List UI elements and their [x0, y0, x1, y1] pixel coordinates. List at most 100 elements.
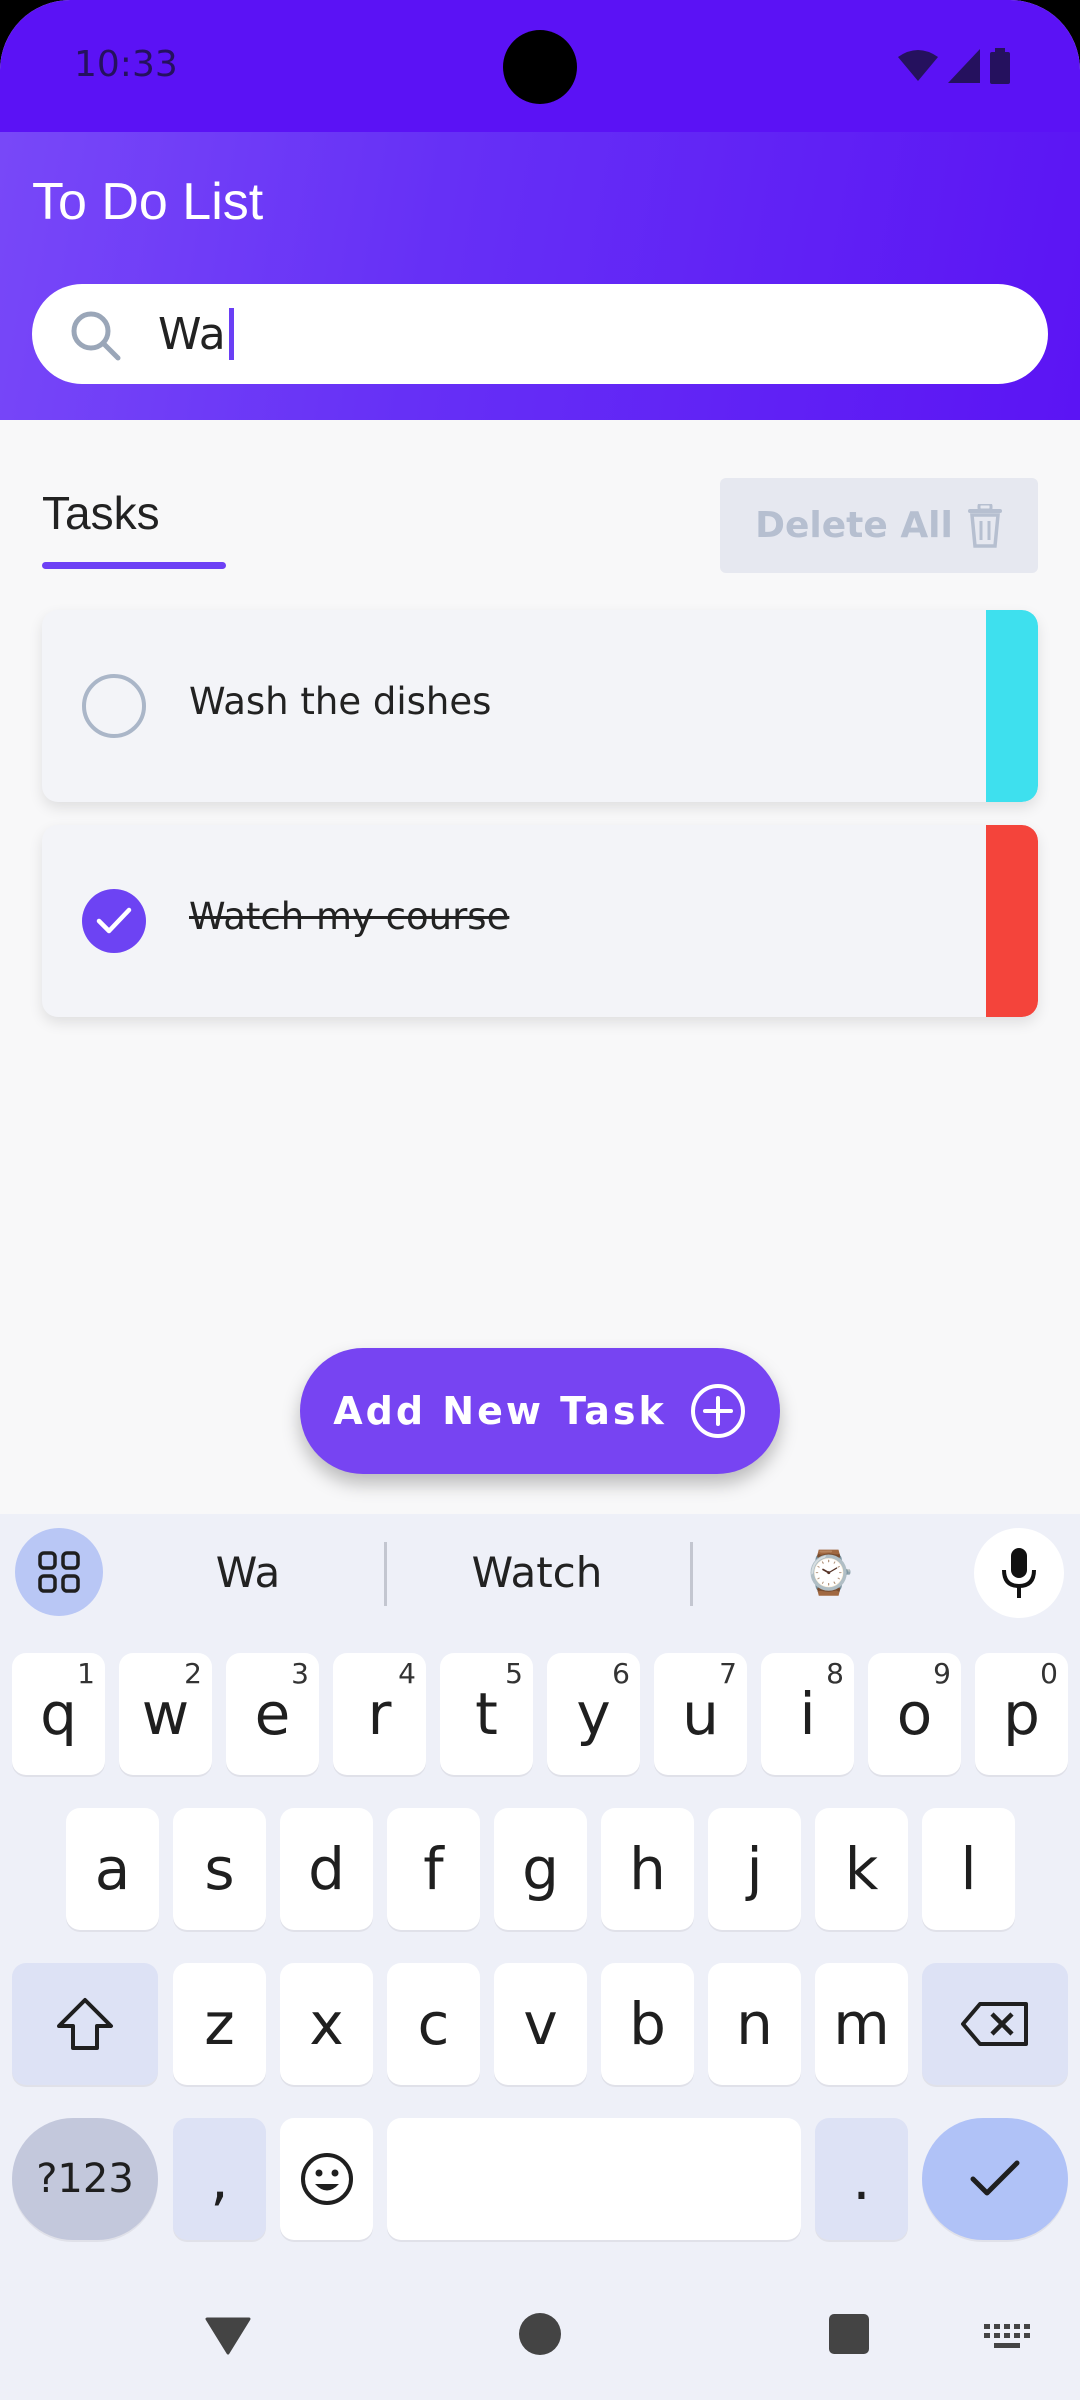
shift-key[interactable]: [12, 1963, 158, 2085]
key-label: t: [475, 1680, 498, 1748]
key-m[interactable]: m: [815, 1963, 908, 2085]
checkmark-icon: [970, 2160, 1020, 2196]
key-s[interactable]: s: [173, 1808, 266, 1930]
task-color-stripe: [986, 610, 1038, 802]
text-caret: [228, 308, 234, 360]
key-hint: 8: [826, 1657, 844, 1690]
signal-icon: [948, 49, 980, 83]
key-k[interactable]: k: [815, 1808, 908, 1930]
status-icons: [898, 48, 1010, 84]
task-card[interactable]: Wash the dishes: [42, 610, 1038, 802]
key-h[interactable]: h: [601, 1808, 694, 1930]
tab-tasks[interactable]: Tasks: [42, 486, 160, 540]
task-checkbox[interactable]: [82, 889, 146, 953]
suggestion-strip: Wa Watch ⌚: [0, 1514, 1080, 1634]
key-label: i: [799, 1680, 816, 1748]
key-label: y: [576, 1680, 611, 1748]
search-input[interactable]: Wa: [32, 284, 1048, 384]
key-a[interactable]: a: [66, 1808, 159, 1930]
key-hint: 9: [933, 1657, 951, 1690]
key-b[interactable]: b: [601, 1963, 694, 2085]
key-e[interactable]: e3: [226, 1653, 319, 1775]
key-v[interactable]: v: [494, 1963, 587, 2085]
key-hint: 5: [505, 1657, 523, 1690]
key-u[interactable]: u7: [654, 1653, 747, 1775]
home-nav-icon[interactable]: [518, 2312, 562, 2356]
keyboard-apps-button[interactable]: [15, 1528, 103, 1616]
microphone-icon: [1002, 1548, 1036, 1598]
period-key[interactable]: .: [815, 2118, 908, 2240]
key-w[interactable]: w2: [119, 1653, 212, 1775]
keyboard: Wa Watch ⌚ q1 w2 e3 r4 t5 y6 u7 i8 o9 p0…: [0, 1514, 1080, 2400]
suggestion-3[interactable]: ⌚: [699, 1548, 959, 1598]
app-header: To Do List Wa: [0, 132, 1080, 420]
symbols-key[interactable]: ?123: [12, 2118, 158, 2240]
add-new-task-button[interactable]: Add New Task: [300, 1348, 780, 1474]
key-t[interactable]: t5: [440, 1653, 533, 1775]
key-hint: 1: [77, 1657, 95, 1690]
key-hint: 4: [398, 1657, 416, 1690]
key-label: w: [141, 1680, 190, 1748]
backspace-icon: [961, 2002, 1028, 2046]
checkmark-icon: [96, 907, 132, 934]
task-label: Wash the dishes: [189, 680, 492, 723]
recents-nav-icon[interactable]: [829, 2314, 869, 2354]
key-label: r: [367, 1680, 392, 1748]
key-hint: 3: [291, 1657, 309, 1690]
key-l[interactable]: l: [922, 1808, 1015, 1930]
back-nav-icon[interactable]: [205, 2315, 251, 2355]
key-c[interactable]: c: [387, 1963, 480, 2085]
battery-icon: [990, 48, 1010, 84]
delete-all-label: Delete All: [755, 505, 953, 546]
key-label: p: [1003, 1680, 1040, 1748]
comma-key[interactable]: ,: [173, 2118, 266, 2240]
tab-indicator: [42, 562, 226, 569]
key-j[interactable]: j: [708, 1808, 801, 1930]
key-label: u: [682, 1680, 719, 1748]
shift-icon: [57, 1998, 113, 2050]
suggestion-1[interactable]: Wa: [118, 1548, 378, 1597]
suggestion-divider: [384, 1542, 387, 1606]
key-y[interactable]: y6: [547, 1653, 640, 1775]
search-icon: [71, 311, 121, 361]
keyboard-switch-icon[interactable]: [984, 2324, 1030, 2350]
key-hint: 2: [184, 1657, 202, 1690]
task-label: Watch my course: [189, 895, 510, 938]
phone-screen: 10:33 To Do List Wa Tasks Delete All Was…: [0, 0, 1080, 2400]
key-label: o: [896, 1680, 933, 1748]
suggestion-2[interactable]: Watch: [407, 1548, 667, 1597]
key-g[interactable]: g: [494, 1808, 587, 1930]
done-key[interactable]: [922, 2118, 1068, 2240]
microphone-button[interactable]: [974, 1528, 1064, 1618]
task-card[interactable]: Watch my course: [42, 825, 1038, 1017]
suggestion-divider: [690, 1542, 693, 1606]
add-new-task-label: Add New Task: [333, 1389, 667, 1433]
key-hint: 7: [719, 1657, 737, 1690]
key-label: q: [40, 1680, 77, 1748]
search-text: Wa: [158, 308, 226, 360]
backspace-key[interactable]: [922, 1963, 1068, 2085]
key-z[interactable]: z: [173, 1963, 266, 2085]
key-label: e: [254, 1680, 291, 1748]
key-q[interactable]: q1: [12, 1653, 105, 1775]
key-o[interactable]: o9: [868, 1653, 961, 1775]
key-r[interactable]: r4: [333, 1653, 426, 1775]
app-title: To Do List: [32, 173, 264, 231]
space-key[interactable]: [387, 2118, 801, 2240]
search-value: Wa: [158, 308, 234, 360]
key-n[interactable]: n: [708, 1963, 801, 2085]
key-f[interactable]: f: [387, 1808, 480, 1930]
key-p[interactable]: p0: [975, 1653, 1068, 1775]
trash-icon: [967, 503, 1002, 548]
emoji-key[interactable]: [280, 2118, 373, 2240]
key-d[interactable]: d: [280, 1808, 373, 1930]
key-hint: 6: [612, 1657, 630, 1690]
delete-all-button[interactable]: Delete All: [720, 478, 1038, 573]
task-checkbox[interactable]: [82, 674, 146, 738]
grid-icon: [38, 1551, 80, 1593]
key-hint: 0: [1040, 1657, 1058, 1690]
key-x[interactable]: x: [280, 1963, 373, 2085]
key-i[interactable]: i8: [761, 1653, 854, 1775]
camera-cutout: [503, 30, 577, 104]
wifi-icon: [898, 50, 938, 81]
